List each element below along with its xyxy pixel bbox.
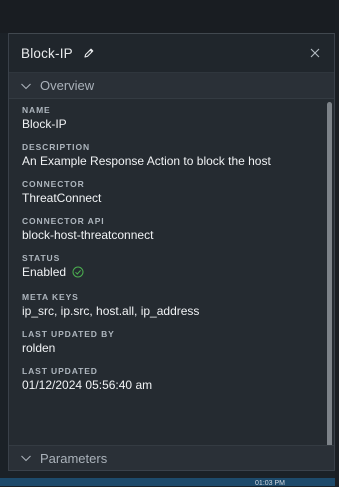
status-row: Enabled (22, 264, 314, 282)
field-last-updated-by: LAST UPDATED BY rolden (22, 329, 314, 356)
last-updated-label: LAST UPDATED (22, 366, 98, 376)
meta-keys-label: META KEYS (22, 292, 79, 302)
check-circle-icon (72, 266, 84, 282)
field-description: DESCRIPTION An Example Response Action t… (22, 142, 314, 169)
chevron-down-icon (20, 452, 32, 464)
panel-header: Block-IP (9, 34, 334, 73)
status-value: Enabled (22, 265, 67, 279)
overview-label: Overview (40, 78, 95, 93)
taskbar (0, 478, 339, 486)
field-connector: CONNECTOR ThreatConnect (22, 179, 314, 206)
last-updated-by-label: LAST UPDATED BY (22, 329, 115, 339)
connector-api-value: block-host-threatconnect (22, 228, 154, 242)
last-updated-value: 01/12/2024 05:56:40 am (22, 378, 153, 392)
panel-title: Block-IP (21, 45, 73, 61)
overview-body: NAME Block-IP DESCRIPTION An Example Res… (9, 99, 334, 393)
field-connector-api: CONNECTOR API block-host-threatconnect (22, 216, 314, 243)
overview-section-header[interactable]: Overview (9, 73, 334, 99)
close-icon[interactable] (308, 46, 322, 60)
name-label: NAME (22, 105, 51, 115)
field-name: NAME Block-IP (22, 105, 314, 132)
chevron-down-icon (20, 80, 32, 92)
pencil-icon[interactable] (83, 47, 95, 59)
description-label: DESCRIPTION (22, 142, 90, 152)
window-edge (335, 0, 339, 486)
status-label: STATUS (22, 253, 61, 263)
last-updated-by-value: rolden (22, 341, 56, 355)
connector-value: ThreatConnect (22, 191, 102, 205)
connector-label: CONNECTOR (22, 179, 85, 189)
parameters-section-header[interactable]: Parameters (9, 445, 334, 470)
description-value: An Example Response Action to block the … (22, 154, 271, 168)
scrollbar[interactable] (327, 102, 332, 470)
field-status: STATUS Enabled (22, 253, 314, 282)
meta-keys-value: ip_src, ip.src, host.all, ip_address (22, 304, 200, 318)
top-bar (0, 0, 339, 33)
name-value: Block-IP (22, 117, 67, 131)
details-panel: Block-IP Overview NAME Block-IP DESCRIPT… (8, 33, 335, 471)
field-meta-keys: META KEYS ip_src, ip.src, host.all, ip_a… (22, 292, 314, 319)
field-last-updated: LAST UPDATED 01/12/2024 05:56:40 am (22, 366, 314, 393)
parameters-label: Parameters (40, 450, 108, 466)
connector-api-label: CONNECTOR API (22, 216, 105, 226)
